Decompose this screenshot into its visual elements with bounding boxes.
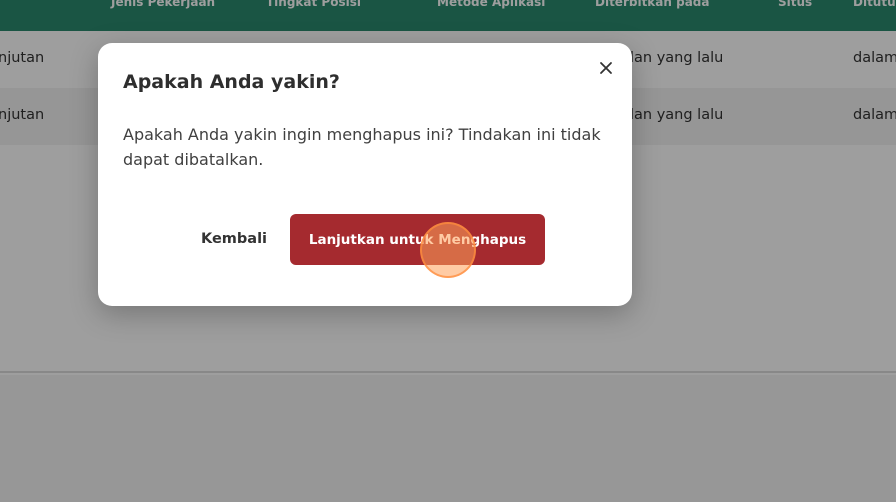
page: Jenis Pekerjaan Tingkat Posisi Metode Ap… xyxy=(0,0,896,502)
dialog-title: Apakah Anda yakin? xyxy=(123,71,340,93)
close-icon xyxy=(600,62,612,74)
confirm-delete-button[interactable]: Lanjutkan untuk Menghapus xyxy=(290,214,545,265)
close-button[interactable] xyxy=(595,57,617,79)
confirm-delete-dialog: Apakah Anda yakin? Apakah Anda yakin ing… xyxy=(98,43,632,306)
dialog-message: Apakah Anda yakin ingin menghapus ini? T… xyxy=(123,125,601,169)
back-button[interactable]: Kembali xyxy=(190,214,278,264)
